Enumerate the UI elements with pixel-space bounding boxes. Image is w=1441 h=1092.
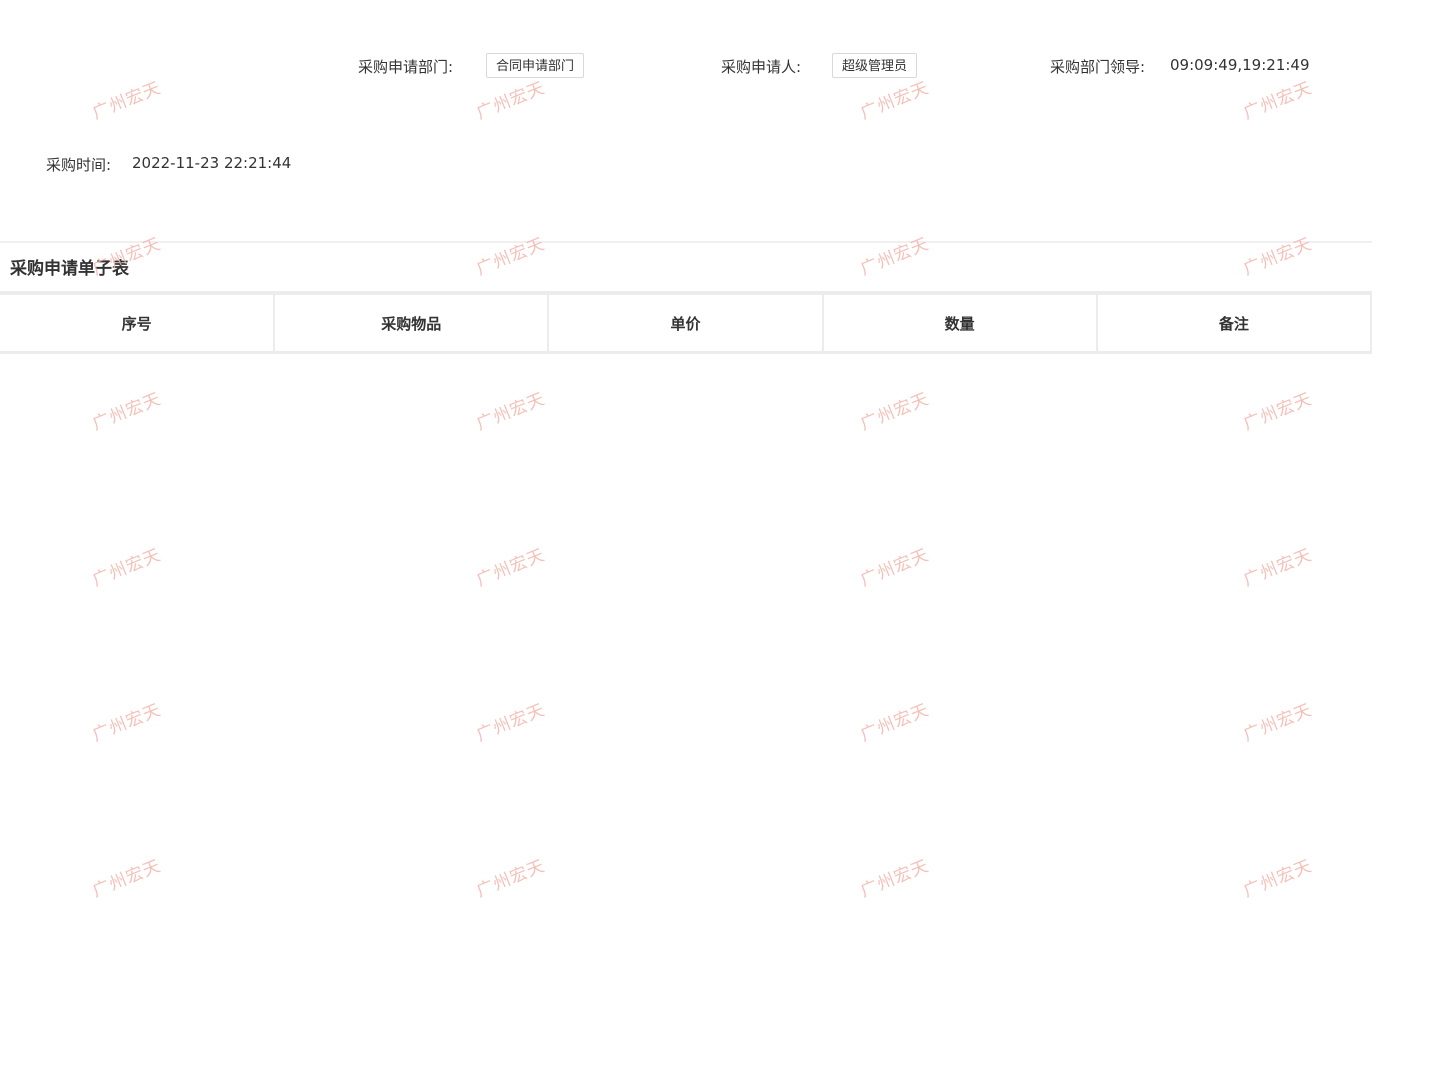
- dept-label: 采购申请部门:: [358, 58, 454, 76]
- watermark-text: 广州宏天: [1240, 856, 1316, 902]
- watermark-text: 广州宏天: [89, 700, 165, 746]
- watermark-text: 广州宏天: [1240, 234, 1316, 280]
- applicant-field[interactable]: 超级管理员: [832, 53, 918, 78]
- watermark-text: 广州宏天: [1240, 78, 1316, 124]
- watermark-text: 广州宏天: [1240, 545, 1316, 591]
- watermark-text: 广州宏天: [89, 389, 165, 435]
- leader-label: 采购部门领导:: [1050, 58, 1146, 76]
- subtable: 序号 采购物品 单价 数量 备注: [0, 291, 1373, 354]
- col-header-quantity: 数量: [822, 295, 1098, 354]
- watermark-text: 广州宏天: [857, 856, 933, 902]
- watermark-text: 广州宏天: [473, 545, 549, 591]
- col-header-item: 采购物品: [274, 295, 550, 354]
- watermark-text: 广州宏天: [1240, 700, 1316, 746]
- col-header-index: 序号: [0, 295, 276, 354]
- watermark-text: 广州宏天: [89, 78, 165, 124]
- watermark-text: 广州宏天: [89, 856, 165, 902]
- col-header-remark: 备注: [1096, 295, 1373, 354]
- watermark-text: 广州宏天: [473, 234, 549, 280]
- watermark-text: 广州宏天: [473, 856, 549, 902]
- applicant-label: 采购申请人:: [721, 58, 802, 76]
- watermark-text: 广州宏天: [473, 389, 549, 435]
- watermark-text: 广州宏天: [473, 78, 549, 124]
- form-page: 采购申请部门: 合同申请部门 采购申请人: 超级管理员 采购部门领导: 09:0…: [0, 0, 1441, 1092]
- time-label: 采购时间:: [46, 156, 112, 174]
- watermark-text: 广州宏天: [857, 234, 933, 280]
- watermark-text: 广州宏天: [473, 700, 549, 746]
- section-divider: [0, 241, 1372, 243]
- watermark-text: 广州宏天: [857, 389, 933, 435]
- col-header-price: 单价: [548, 295, 824, 354]
- subtable-title: 采购申请单子表: [10, 259, 129, 279]
- watermark-text: 广州宏天: [1240, 389, 1316, 435]
- watermark-text: 广州宏天: [857, 78, 933, 124]
- watermark-text: 广州宏天: [89, 545, 165, 591]
- subtable-grid: 序号 采购物品 单价 数量 备注: [0, 295, 1373, 354]
- watermark-text: 广州宏天: [857, 700, 933, 746]
- leader-value: 09:09:49,19:21:49: [1170, 56, 1310, 74]
- time-value: 2022-11-23 22:21:44: [132, 154, 292, 172]
- table-header-row: 序号 采购物品 单价 数量 备注: [0, 295, 1373, 354]
- dept-field[interactable]: 合同申请部门: [486, 53, 585, 78]
- watermark-text: 广州宏天: [857, 545, 933, 591]
